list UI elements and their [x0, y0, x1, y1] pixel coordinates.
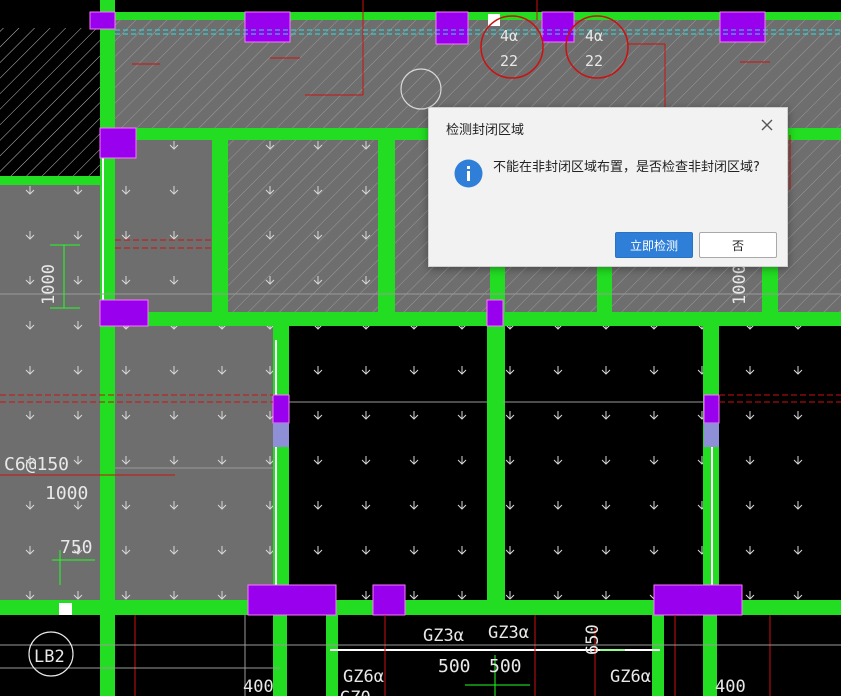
- label-22-left: 22: [500, 52, 518, 70]
- detect-closed-area-dialog: 检测封闭区域 不能在非封闭区域布置，是否检查非封闭区域? 立即检测 否: [428, 107, 788, 267]
- small-marker: [59, 603, 72, 615]
- gz6a-right: GZ6α: [610, 667, 651, 687]
- gz6a-left: GZ6α: [343, 667, 384, 687]
- dim-1000-right: 1000: [730, 264, 750, 305]
- rebar-label: C6@150: [4, 454, 69, 475]
- label-4a-right: 4α: [585, 27, 603, 45]
- gz3a-right: GZ3α: [488, 623, 529, 643]
- dim-750: 750: [60, 537, 93, 558]
- detect-now-button[interactable]: 立即检测: [615, 232, 693, 258]
- dialog-message: 不能在非封闭区域布置，是否检查非封闭区域?: [493, 160, 760, 175]
- dim-500-left: 500: [438, 656, 471, 677]
- dim-500-right: 500: [489, 656, 522, 677]
- dialog-title: 检测封闭区域: [446, 123, 525, 138]
- dim-400-right: 400: [715, 677, 746, 696]
- no-button[interactable]: 否: [699, 232, 777, 258]
- label-4a-left: 4α: [500, 27, 518, 45]
- dim-400-left: 400: [243, 677, 274, 696]
- cad-drawing-canvas[interactable]: 4α 22 4α 22 1000 1000 C6@150 1000 750 LB…: [0, 0, 841, 696]
- lb2-label: LB2: [34, 647, 65, 667]
- dim-650: 650: [583, 624, 603, 655]
- gz3a-left: GZ3α: [423, 626, 464, 646]
- dim-1000-left: 1000: [39, 264, 59, 305]
- gz-partial-label: GZ0: [340, 688, 371, 696]
- label-22-right: 22: [585, 52, 603, 70]
- info-icon: [454, 159, 483, 188]
- dim-1000-mid: 1000: [45, 483, 88, 504]
- close-icon[interactable]: [757, 115, 777, 135]
